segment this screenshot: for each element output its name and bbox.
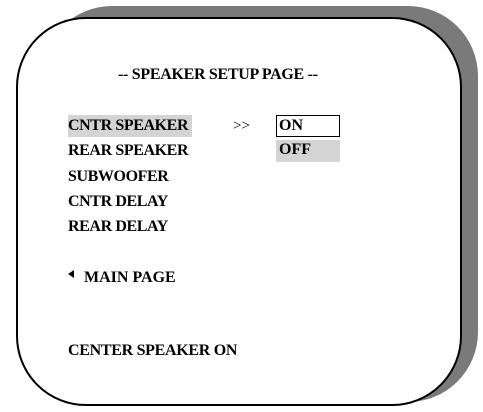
left-triangle-icon [68, 270, 74, 278]
menu-item-rear-delay[interactable]: REAR DELAY [68, 216, 168, 238]
status-text: CENTER SPEAKER ON [68, 342, 238, 359]
main-page-link[interactable]: MAIN PAGE [68, 267, 176, 289]
menu-item-subwoofer[interactable]: SUBWOOFER [68, 166, 169, 188]
menu-item-cntr-speaker[interactable]: CNTR SPEAKER [68, 115, 193, 137]
main-page-label: MAIN PAGE [84, 269, 176, 286]
option-on[interactable]: ON [276, 115, 340, 137]
menu-item-rear-speaker[interactable]: REAR SPEAKER [68, 140, 189, 162]
submenu-arrow-indicator: >> [233, 118, 250, 134]
option-off[interactable]: OFF [276, 140, 340, 162]
page-title: -- SPEAKER SETUP PAGE -- [118, 66, 318, 83]
menu-item-cntr-delay[interactable]: CNTR DELAY [68, 191, 168, 213]
